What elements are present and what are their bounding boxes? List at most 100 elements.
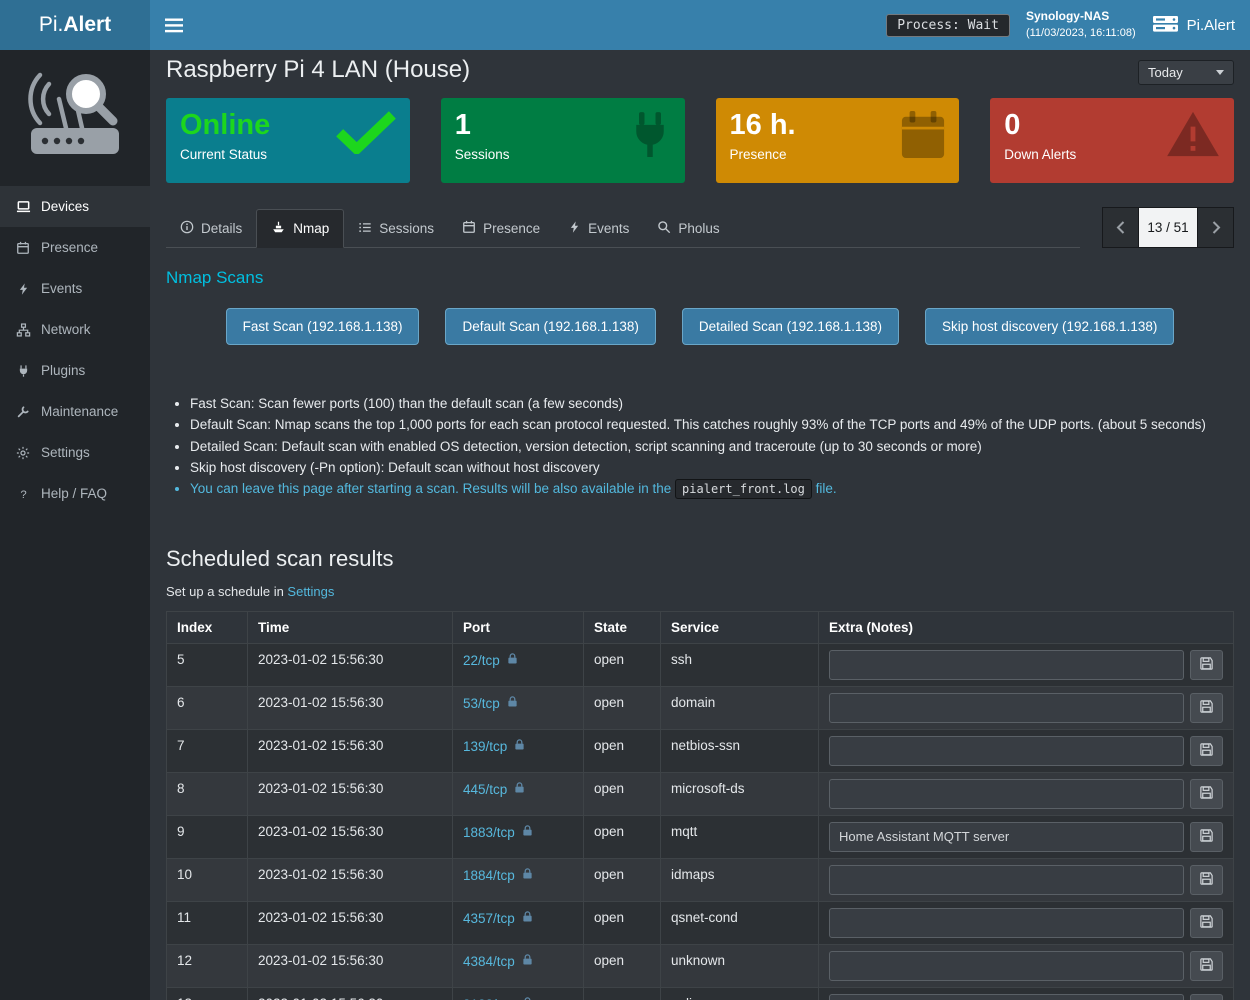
note-input[interactable] (829, 994, 1184, 1000)
note-input[interactable] (829, 736, 1184, 766)
sidebar-item-settings[interactable]: Settings (0, 432, 150, 473)
cell-time: 2023-01-02 15:56:30 (248, 772, 453, 815)
cell-state: open (584, 987, 661, 1000)
fast-scan-button[interactable]: Fast Scan (192.168.1.138) (226, 308, 420, 345)
port-link[interactable]: 8123/tcp (463, 997, 515, 1000)
tab-sessions[interactable]: Sessions (344, 209, 448, 248)
table-row: 132023-01-02 15:56:308123/tcpopenpolipo (167, 987, 1234, 1000)
note-text-post: file. (812, 481, 837, 496)
pager-prev-button[interactable] (1102, 207, 1139, 248)
hamburger-menu-icon[interactable] (165, 18, 183, 33)
schedule-hint: Set up a schedule in Settings (166, 584, 1234, 599)
port-link[interactable]: 4384/tcp (463, 954, 515, 969)
tab-pholus[interactable]: Pholus (643, 209, 733, 248)
save-note-button[interactable] (1190, 822, 1223, 852)
cell-extra-notes (819, 772, 1234, 815)
cell-state: open (584, 858, 661, 901)
brand-pi: Pi. (39, 13, 64, 37)
scan-description-item: Skip host discovery (-Pn option): Defaul… (190, 457, 1234, 478)
port-link[interactable]: 1883/tcp (463, 825, 515, 840)
cell-extra-notes (819, 643, 1234, 686)
lock-icon (514, 782, 525, 797)
table-row: 92023-01-02 15:56:301883/tcpopenmqtt (167, 815, 1234, 858)
note-input[interactable] (829, 779, 1184, 809)
period-select[interactable]: Today (1138, 60, 1234, 85)
lock-icon (522, 825, 533, 840)
save-note-button[interactable] (1190, 908, 1223, 938)
sidebar-item-devices[interactable]: Devices (0, 186, 150, 227)
brand-logo[interactable]: Pi.Alert (0, 0, 150, 50)
sidebar-item-help-faq[interactable]: ?Help / FAQ (0, 473, 150, 514)
save-note-button[interactable] (1190, 650, 1223, 680)
scan-log-note: You can leave this page after starting a… (190, 478, 1234, 499)
save-icon (1199, 699, 1214, 717)
port-link[interactable]: 1884/tcp (463, 868, 515, 883)
host-name: Synology-NAS (1026, 8, 1136, 25)
save-note-button[interactable] (1190, 779, 1223, 809)
sidebar-item-label: Plugins (41, 363, 85, 378)
nmap-scans-heading: Nmap Scans (166, 268, 1234, 288)
save-note-button[interactable] (1190, 736, 1223, 766)
sidebar-item-maintenance[interactable]: Maintenance (0, 391, 150, 432)
cell-extra-notes (819, 858, 1234, 901)
sidebar-item-events[interactable]: Events (0, 268, 150, 309)
cell-service: unknown (661, 944, 819, 987)
tab-details[interactable]: Details (166, 209, 256, 248)
lock-icon (522, 954, 533, 969)
skip-host-discovery-button[interactable]: Skip host discovery (192.168.1.138) (925, 308, 1174, 345)
nas-server-icon (1152, 12, 1179, 38)
cell-service: domain (661, 686, 819, 729)
cell-state: open (584, 772, 661, 815)
port-link[interactable]: 445/tcp (463, 782, 507, 797)
host-info: Synology-NAS (11/03/2023, 16:11:08) (1026, 8, 1136, 41)
save-note-button[interactable] (1190, 865, 1223, 895)
port-link[interactable]: 53/tcp (463, 696, 500, 711)
port-link[interactable]: 4357/tcp (463, 911, 515, 926)
main-content: Raspberry Pi 4 LAN (House) Today OnlineC… (150, 50, 1250, 1000)
pager-next-button[interactable] (1197, 207, 1234, 248)
port-link[interactable]: 139/tcp (463, 739, 507, 754)
settings-link[interactable]: Settings (287, 584, 334, 599)
save-note-button[interactable] (1190, 951, 1223, 981)
device-pager: 13 / 51 (1102, 207, 1234, 248)
status-card-current-status: OnlineCurrent Status (166, 98, 410, 183)
host-timestamp: (11/03/2023, 16:11:08) (1026, 26, 1136, 42)
sidebar-item-network[interactable]: Network (0, 309, 150, 350)
tab-presence[interactable]: Presence (448, 209, 554, 248)
cell-service: netbios-ssn (661, 729, 819, 772)
brand-alert: Alert (63, 13, 111, 37)
note-input[interactable] (829, 951, 1184, 981)
save-note-button[interactable] (1190, 994, 1223, 1000)
detailed-scan-button[interactable]: Detailed Scan (192.168.1.138) (682, 308, 899, 345)
table-row: 82023-01-02 15:56:30445/tcpopenmicrosoft… (167, 772, 1234, 815)
sidebar-item-plugins[interactable]: Plugins (0, 350, 150, 391)
note-input[interactable] (829, 822, 1184, 852)
page-title: Raspberry Pi 4 LAN (House) (166, 56, 470, 84)
scan-description-item: Default Scan: Nmap scans the top 1,000 p… (190, 414, 1234, 435)
table-row: 62023-01-02 15:56:3053/tcpopendomain (167, 686, 1234, 729)
nmap-tab-panel: Nmap Scans Fast Scan (192.168.1.138) Defa… (166, 248, 1234, 1000)
schedule-hint-text: Set up a schedule in (166, 584, 287, 599)
note-input[interactable] (829, 693, 1184, 723)
port-link[interactable]: 22/tcp (463, 653, 500, 668)
default-scan-button[interactable]: Default Scan (192.168.1.138) (445, 308, 655, 345)
tab-events[interactable]: Events (554, 209, 643, 248)
tab-label: Presence (483, 221, 540, 236)
tab-nmap[interactable]: Nmap (256, 209, 344, 248)
account-area[interactable]: Pi.Alert (1152, 12, 1235, 38)
cell-service: idmaps (661, 858, 819, 901)
save-note-button[interactable] (1190, 693, 1223, 723)
note-input[interactable] (829, 865, 1184, 895)
sidebar-item-presence[interactable]: Presence (0, 227, 150, 268)
cell-time: 2023-01-02 15:56:30 (248, 686, 453, 729)
cell-port: 4357/tcp (453, 901, 584, 944)
warning-icon (1165, 110, 1221, 163)
table-row: 112023-01-02 15:56:304357/tcpopenqsnet-c… (167, 901, 1234, 944)
note-input[interactable] (829, 650, 1184, 680)
scan-description-item: Fast Scan: Scan fewer ports (100) than t… (190, 393, 1234, 414)
period-select-value: Today (1148, 65, 1183, 80)
sessions-icon (358, 221, 372, 237)
pialert-router-logo (0, 50, 150, 176)
note-input[interactable] (829, 908, 1184, 938)
plugins-icon (15, 364, 31, 378)
